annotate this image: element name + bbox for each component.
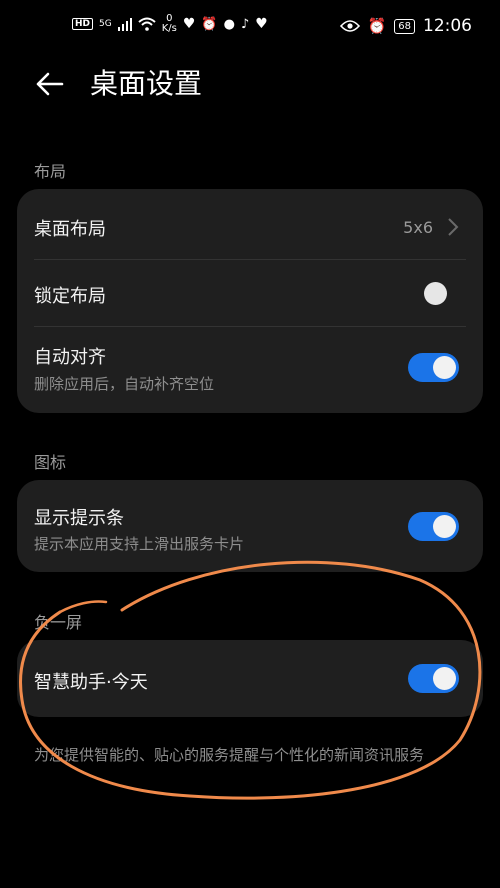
alarm-clock-icon: ⏰ xyxy=(367,17,387,35)
assistant-toggle[interactable] xyxy=(408,664,459,693)
layout-card: 桌面布局 5x6 锁定布局 自动对齐 删除应用后，自动补齐空位 xyxy=(17,189,483,413)
signal-label: 5G xyxy=(99,19,112,29)
toggle-knob xyxy=(433,667,456,690)
status-right: ⏰ 68 12:06 xyxy=(339,16,472,36)
heart-icon-2: ♥ xyxy=(255,16,268,32)
section-label-layout: 布局 xyxy=(34,162,67,181)
assistant-description: 为您提供智能的、贴心的服务提醒与个性化的新闻资讯服务 xyxy=(34,746,425,764)
cellular-signal-icon xyxy=(117,18,132,31)
assistant-title: 智慧助手·今天 xyxy=(34,672,148,693)
auto-align-toggle[interactable] xyxy=(408,353,459,382)
show-hint-title: 显示提示条 xyxy=(34,508,124,529)
show-hint-row[interactable]: 显示提示条 提示本应用支持上滑出服务卡片 xyxy=(17,480,483,572)
minus-one-card: 智慧助手·今天 xyxy=(17,640,483,717)
assistant-row[interactable]: 智慧助手·今天 xyxy=(17,640,483,717)
show-hint-toggle[interactable] xyxy=(408,512,459,541)
toggle-knob xyxy=(424,282,447,305)
speed-unit: K/s xyxy=(161,23,177,34)
network-speed: 0 K/s xyxy=(162,14,177,34)
lock-layout-row[interactable]: 锁定布局 xyxy=(17,260,483,326)
desktop-layout-row[interactable]: 桌面布局 5x6 xyxy=(17,189,483,259)
desktop-layout-title: 桌面布局 xyxy=(34,219,106,240)
page-header: 桌面设置 xyxy=(0,60,500,110)
chevron-right-icon xyxy=(448,218,459,236)
battery-level: 68 xyxy=(394,18,415,34)
auto-align-row[interactable]: 自动对齐 删除应用后，自动补齐空位 xyxy=(17,327,483,413)
alarm-icon: ⏰ xyxy=(201,16,218,32)
icons-card: 显示提示条 提示本应用支持上滑出服务卡片 xyxy=(17,480,483,572)
show-hint-subtitle: 提示本应用支持上滑出服务卡片 xyxy=(34,535,245,553)
auto-align-subtitle: 删除应用后，自动补齐空位 xyxy=(34,375,215,393)
toggle-knob xyxy=(433,356,456,379)
wifi-icon xyxy=(138,17,156,31)
music-icon: ♪ xyxy=(240,16,250,32)
lock-layout-toggle[interactable] xyxy=(408,279,459,308)
qq-penguin-icon: ● xyxy=(223,16,235,32)
clock-time: 12:06 xyxy=(423,16,472,36)
eye-icon xyxy=(339,20,360,32)
section-label-minus-one: 负一屏 xyxy=(34,613,83,632)
status-bar: HD 5G 0 K/s ♥ ⏰ ● ♪ ♥ ⏰ 68 12:06 xyxy=(0,0,500,56)
heart-icon: ♥ xyxy=(182,16,196,32)
back-arrow-icon[interactable] xyxy=(32,66,68,102)
lock-layout-title: 锁定布局 xyxy=(34,286,106,307)
hd-badge: HD xyxy=(72,18,94,30)
auto-align-title: 自动对齐 xyxy=(34,347,106,368)
toggle-knob xyxy=(433,515,456,538)
section-label-icons: 图标 xyxy=(34,453,67,472)
desktop-layout-value: 5x6 xyxy=(403,218,433,237)
page-title: 桌面设置 xyxy=(90,67,203,100)
status-left: HD 5G 0 K/s ♥ ⏰ ● ♪ ♥ xyxy=(72,14,268,34)
